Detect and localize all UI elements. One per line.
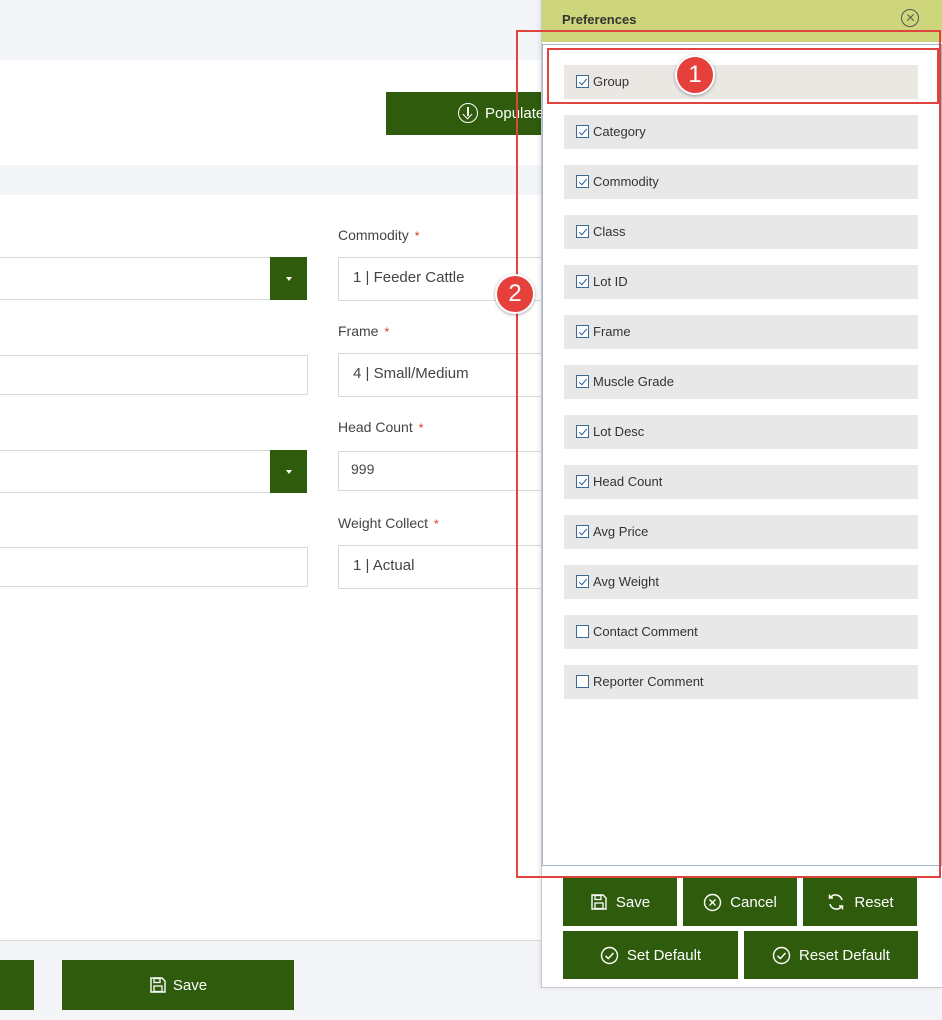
- frame-label: Frame *: [338, 323, 390, 339]
- footer-save-label: Save: [172, 976, 208, 994]
- cancel-circle-icon: [703, 893, 722, 911]
- left-select-1[interactable]: [0, 257, 273, 300]
- preferences-title: Preferences: [562, 12, 637, 27]
- commodity-value: 1 | Feeder Cattle: [353, 269, 465, 286]
- weight-collect-value: 1 | Actual: [353, 557, 415, 574]
- reset-default-button[interactable]: Reset Default: [744, 931, 918, 979]
- refresh-icon: [829, 894, 844, 910]
- preferences-reset-label: Reset: [854, 893, 894, 911]
- left-select-3-dropdown-button[interactable]: [270, 450, 307, 493]
- weight-collect-label: Weight Collect *: [338, 515, 439, 531]
- annotation-badge-2: 2: [495, 274, 535, 314]
- download-circle-icon: [458, 103, 478, 123]
- annotation-box-2: [516, 30, 941, 878]
- annotation-badge-1: 1: [675, 55, 715, 95]
- set-default-label: Set Default: [626, 946, 702, 964]
- check-circle-icon: [772, 946, 791, 964]
- close-icon[interactable]: [901, 9, 919, 27]
- preferences-cancel-button[interactable]: Cancel: [683, 878, 797, 926]
- floppy-disk-icon: [591, 894, 607, 910]
- reset-default-label: Reset Default: [799, 946, 890, 964]
- left-select-1-dropdown-button[interactable]: [270, 257, 307, 300]
- footer-save-button[interactable]: Save: [62, 960, 294, 1010]
- commodity-label: Commodity *: [338, 227, 420, 243]
- preferences-cancel-label: Cancel: [730, 893, 777, 911]
- left-input-2[interactable]: [0, 355, 308, 395]
- footer-left-button[interactable]: [0, 960, 34, 1010]
- check-circle-icon: [600, 946, 619, 964]
- head-count-label: Head Count *: [338, 419, 424, 435]
- floppy-disk-icon: [150, 977, 166, 993]
- head-count-value: 999: [351, 461, 375, 477]
- preferences-save-button[interactable]: Save: [563, 878, 677, 926]
- set-default-button[interactable]: Set Default: [563, 931, 738, 979]
- left-select-3[interactable]: [0, 450, 273, 493]
- preferences-reset-button[interactable]: Reset: [803, 878, 917, 926]
- annotation-box-1: [547, 48, 939, 104]
- preferences-save-label: Save: [615, 893, 651, 911]
- left-input-4[interactable]: [0, 547, 308, 587]
- frame-value: 4 | Small/Medium: [353, 365, 469, 382]
